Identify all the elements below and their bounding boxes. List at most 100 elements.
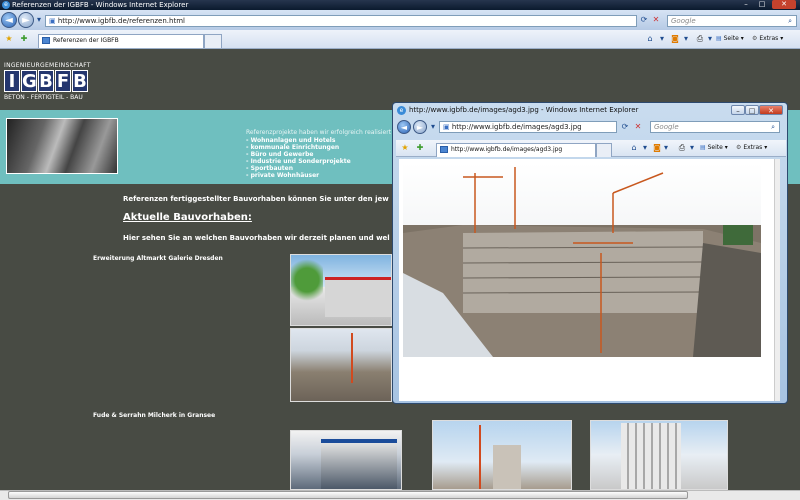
popup-feeds-dropdown-icon[interactable]: ▾ <box>662 143 670 153</box>
popup-home-icon[interactable]: ⌂ <box>628 143 640 153</box>
construction-panorama[interactable] <box>403 163 761 357</box>
feeds-icon[interactable]: ◙ <box>670 34 680 44</box>
add-favorites-icon[interactable]: ✚ <box>18 34 30 44</box>
popup-nav-dropdown-icon[interactable]: ▾ <box>429 122 437 132</box>
popup-vertical-scrollbar[interactable] <box>774 159 780 401</box>
popup-favorites-star-icon[interactable]: ★ <box>400 143 410 153</box>
project-title: Fude & Serrahn Milcherk in Gransee <box>93 412 216 419</box>
banner-item[interactable]: - Wohnanlagen und Hotels <box>246 137 335 144</box>
project-image[interactable] <box>290 430 402 490</box>
building-shape <box>321 439 397 489</box>
print-dropdown-icon[interactable]: ▾ <box>706 34 714 44</box>
project-image[interactable] <box>590 420 728 490</box>
logo-letter: B <box>72 70 88 92</box>
title-bar: e Referenzen der IGBFB - Windows Interne… <box>0 0 800 10</box>
popup-title: http://www.igbfb.de/images/agd3.jpg - Wi… <box>409 106 639 114</box>
banner-item[interactable]: - private Wohnhäuser <box>246 172 319 179</box>
banner-item[interactable]: - Sportbauten <box>246 165 293 172</box>
banner-photo <box>6 118 118 174</box>
popup-favorites-bar: ★ ✚ http://www.igbfb.de/images/agd3.jpg … <box>396 140 786 157</box>
project-image[interactable] <box>432 420 572 490</box>
search-placeholder: Google <box>671 17 696 25</box>
favorites-bar: ★ ✚ Referenzen der IGBFB ⌂ ▾ ◙ ▾ ⎙ ▾ ▤ S… <box>0 30 800 49</box>
popup-tab[interactable]: http://www.igbfb.de/images/agd3.jpg <box>436 143 596 157</box>
building-shape <box>325 277 391 317</box>
popup-window: e http://www.igbfb.de/images/agd3.jpg - … <box>392 102 788 404</box>
popup-tools-menu-label: Extras <box>743 144 763 151</box>
tools-menu-label: Extras <box>759 35 779 42</box>
page-icon: ▣ <box>49 17 58 25</box>
popup-refresh-icon[interactable]: ⟳ <box>620 122 630 132</box>
stop-icon[interactable]: ✕ <box>651 15 661 25</box>
close-icon[interactable]: ✕ <box>772 0 796 9</box>
page-menu-label: Seite <box>723 35 739 42</box>
page-menu-button[interactable]: ▤ Seite ▾ <box>716 34 744 44</box>
forward-icon[interactable]: ► <box>18 12 34 28</box>
project-image[interactable] <box>290 328 392 402</box>
address-text: http://www.igbfb.de/referenzen.html <box>57 17 185 25</box>
panorama-drawing <box>403 163 761 357</box>
igbfb-logo: I G B F B <box>4 70 89 92</box>
tools-menu-button[interactable]: ⚙ Extras ▾ <box>752 34 783 44</box>
popup-feeds-icon[interactable]: ◙ <box>652 143 662 153</box>
maximize-icon[interactable]: □ <box>756 0 768 9</box>
window-title: Referenzen der IGBFB - Windows Internet … <box>12 1 189 9</box>
current-projects-text: Hier sehen Sie an welchen Bauvorhaben wi… <box>123 234 390 242</box>
logo-letter: I <box>4 70 20 92</box>
tree-shape <box>291 255 323 305</box>
search-icon[interactable]: ⌕ <box>788 16 792 26</box>
tower-shape <box>493 445 521 489</box>
popup-search-placeholder: Google <box>654 123 679 131</box>
popup-address-text: http://www.igbfb.de/images/agd3.jpg <box>451 123 582 131</box>
print-icon[interactable]: ⎙ <box>694 34 706 44</box>
crane-shape <box>479 425 481 489</box>
banner-item[interactable]: - Industrie und Sonderprojekte <box>246 158 351 165</box>
favorites-star-icon[interactable]: ★ <box>4 34 14 44</box>
references-text: Referenzen fertiggestellter Bauvorhaben … <box>123 195 389 203</box>
popup-forward-icon[interactable]: ► <box>413 120 427 134</box>
popup-maximize-icon[interactable]: □ <box>745 105 759 115</box>
popup-add-favorites-icon[interactable]: ✚ <box>414 143 426 153</box>
page-icon: ▤ <box>700 144 706 151</box>
popup-search-icon[interactable]: ⌕ <box>771 122 775 132</box>
popup-stop-icon[interactable]: ✕ <box>633 122 643 132</box>
popup-page-menu-label: Seite <box>707 144 723 151</box>
popup-back-icon[interactable]: ◄ <box>397 120 411 134</box>
feeds-dropdown-icon[interactable]: ▾ <box>682 34 690 44</box>
home-dropdown-icon[interactable]: ▾ <box>658 34 666 44</box>
popup-new-tab-button[interactable] <box>596 143 612 157</box>
banner-item[interactable]: - kommunale Einrichtungen <box>246 144 339 151</box>
new-tab-button[interactable] <box>204 34 222 48</box>
search-input[interactable]: Google ⌕ <box>667 15 797 27</box>
horizontal-scroll-thumb[interactable] <box>8 491 688 499</box>
address-input[interactable]: ▣ http://www.igbfb.de/referenzen.html <box>45 15 637 27</box>
popup-print-icon[interactable]: ⎙ <box>676 143 688 153</box>
current-projects-heading: Aktuelle Bauvorhaben: <box>123 212 252 223</box>
popup-page-menu-button[interactable]: ▤ Seite ▾ <box>700 143 728 153</box>
back-icon[interactable]: ◄ <box>1 12 17 28</box>
popup-print-dropdown-icon[interactable]: ▾ <box>688 143 696 153</box>
address-toolbar: ◄ ► ▾ ▣ http://www.igbfb.de/referenzen.h… <box>0 10 800 30</box>
popup-minimize-icon[interactable]: – <box>731 105 745 115</box>
crane-shape <box>351 333 353 383</box>
ie-logo-icon: e <box>2 1 10 9</box>
gear-icon: ⚙ <box>736 144 742 151</box>
popup-home-dropdown-icon[interactable]: ▾ <box>641 143 649 153</box>
popup-tools-menu-button[interactable]: ⚙ Extras ▾ <box>736 143 767 153</box>
popup-content <box>399 159 780 401</box>
tab-page-icon <box>42 37 50 44</box>
banner-item[interactable]: - Büro und Gewerbe <box>246 151 313 158</box>
tab-referenzen[interactable]: Referenzen der IGBFB <box>38 34 204 48</box>
home-icon[interactable]: ⌂ <box>644 34 656 44</box>
nav-dropdown-icon[interactable]: ▾ <box>35 15 43 25</box>
page-icon: ▤ <box>716 35 722 42</box>
popup-address-input[interactable]: ▣ http://www.igbfb.de/images/agd3.jpg <box>439 121 617 133</box>
project-image[interactable] <box>290 254 392 326</box>
popup-close-icon[interactable]: ✕ <box>759 105 783 115</box>
tab-page-icon <box>440 146 448 153</box>
refresh-icon[interactable]: ⟳ <box>639 15 649 25</box>
minimize-icon[interactable]: – <box>740 0 752 9</box>
popup-search-input[interactable]: Google ⌕ <box>650 121 780 133</box>
project-title: Erweiterung Altmarkt Galerie Dresden <box>93 255 223 262</box>
logo-letter: F <box>55 70 71 92</box>
